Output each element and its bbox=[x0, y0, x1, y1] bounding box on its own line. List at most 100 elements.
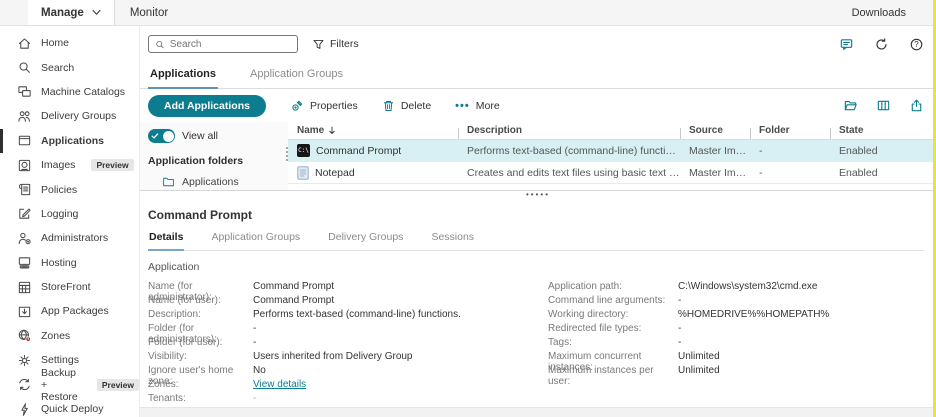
sidebar-item-app-packages[interactable]: App Packages bbox=[0, 299, 139, 323]
column-header-name[interactable]: Name bbox=[288, 125, 458, 136]
column-header-folder[interactable]: Folder bbox=[750, 125, 830, 136]
sidebar-item-delivery-groups[interactable]: Delivery Groups bbox=[0, 104, 139, 128]
administrators-icon bbox=[17, 231, 32, 246]
sidebar-item-label: Images bbox=[41, 159, 75, 171]
folder-view-icon[interactable] bbox=[843, 98, 858, 113]
add-applications-button[interactable]: Add Applications bbox=[148, 95, 266, 117]
details-right-column: Application path:C:\Windows\system32\cmd… bbox=[548, 281, 829, 407]
sidebar-item-label: Backup + Restore bbox=[41, 367, 81, 403]
sidebar-item-administrators[interactable]: Administrators bbox=[0, 226, 139, 250]
table-header: Name Description Source Folder State bbox=[288, 122, 936, 140]
sidebar-item-storefront[interactable]: StoreFront bbox=[0, 275, 139, 299]
more-label: More bbox=[476, 100, 500, 112]
sidebar-item-hosting[interactable]: Hosting bbox=[0, 251, 139, 275]
sidebar-item-zones[interactable]: Zones bbox=[0, 324, 139, 348]
search-box[interactable] bbox=[148, 35, 298, 53]
table-row-command-prompt[interactable]: C:\ Command Prompt Performs text-based (… bbox=[288, 140, 936, 162]
settings-gear-icon bbox=[17, 353, 32, 368]
details-tab-sessions[interactable]: Sessions bbox=[430, 231, 475, 250]
export-icon[interactable] bbox=[909, 98, 924, 113]
details-properties: Name (for administrator):Command Prompt … bbox=[148, 281, 924, 407]
more-button[interactable]: ••• More bbox=[455, 100, 500, 112]
images-icon bbox=[17, 158, 32, 173]
details-left-column: Name (for administrator):Command Prompt … bbox=[148, 281, 548, 407]
search-icon bbox=[17, 60, 32, 75]
tab-application-groups[interactable]: Application Groups bbox=[248, 66, 345, 88]
svg-text:?: ? bbox=[914, 40, 919, 49]
tab-monitor[interactable]: Monitor bbox=[115, 7, 183, 19]
details-section-title: Application bbox=[148, 261, 924, 273]
sidebar-item-label: Zones bbox=[41, 330, 70, 342]
filters-button[interactable]: Filters bbox=[312, 38, 359, 51]
backup-restore-icon bbox=[17, 377, 32, 392]
view-all-toggle[interactable]: View all bbox=[148, 127, 288, 145]
panel-resize-handle[interactable] bbox=[284, 145, 290, 163]
sidebar-item-label: Hosting bbox=[41, 257, 77, 269]
folders-panel-title: Application folders bbox=[148, 155, 288, 167]
tree-item-applications[interactable]: Applications bbox=[148, 176, 288, 188]
column-header-source[interactable]: Source bbox=[680, 125, 750, 136]
app-folder: - bbox=[750, 167, 830, 179]
main-content: Filters ? Applications Application Gro bbox=[140, 26, 936, 417]
app-state: Enabled bbox=[830, 145, 936, 157]
details-title: Command Prompt bbox=[148, 208, 924, 222]
sidebar-item-policies[interactable]: Policies bbox=[0, 177, 139, 201]
help-icon[interactable]: ? bbox=[909, 37, 924, 52]
bottom-filler bbox=[140, 407, 936, 417]
properties-button[interactable]: Properties bbox=[290, 99, 358, 113]
downloads-link[interactable]: Downloads bbox=[852, 7, 906, 19]
view-details-link[interactable]: View details bbox=[253, 379, 548, 393]
preview-badge: Preview bbox=[91, 159, 133, 171]
filter-funnel-icon bbox=[312, 38, 325, 51]
column-header-state[interactable]: State bbox=[830, 125, 936, 136]
toolbar: Add Applications Properties Delete ••• M… bbox=[140, 89, 936, 122]
applications-icon bbox=[17, 133, 32, 148]
column-header-description[interactable]: Description bbox=[458, 125, 680, 136]
sidebar-item-label: Settings bbox=[41, 354, 79, 366]
applications-table: Name Description Source Folder State C:\… bbox=[288, 122, 936, 190]
refresh-icon[interactable] bbox=[874, 37, 889, 52]
sidebar-item-home[interactable]: Home bbox=[0, 31, 139, 55]
app-name: Command Prompt bbox=[316, 145, 401, 157]
details-tab-delivery-groups[interactable]: Delivery Groups bbox=[327, 231, 404, 250]
home-icon bbox=[17, 36, 32, 51]
details-tab-application-groups[interactable]: Application Groups bbox=[210, 231, 301, 250]
properties-label: Properties bbox=[310, 100, 358, 112]
sidebar-item-label: StoreFront bbox=[41, 281, 91, 293]
sidebar: Home Search Machine Catalogs Delivery Gr… bbox=[0, 26, 140, 417]
sidebar-item-label: Home bbox=[41, 37, 69, 49]
sidebar-item-applications[interactable]: Applications bbox=[0, 129, 139, 153]
sidebar-item-images[interactable]: Images Preview bbox=[0, 153, 139, 177]
sidebar-item-backup-restore[interactable]: Backup + Restore Preview bbox=[0, 372, 139, 396]
top-bar: Manage Monitor Downloads bbox=[0, 0, 936, 26]
tab-manage[interactable]: Manage bbox=[28, 0, 114, 25]
tree-item-label: Applications bbox=[182, 176, 239, 188]
notepad-icon bbox=[297, 166, 309, 180]
details-tab-details[interactable]: Details bbox=[148, 231, 184, 251]
feedback-icon[interactable] bbox=[839, 37, 854, 52]
sidebar-item-label: Delivery Groups bbox=[41, 110, 116, 122]
command-prompt-icon: C:\ bbox=[297, 144, 310, 157]
app-packages-icon bbox=[17, 304, 32, 319]
horizontal-splitter[interactable]: ••••• bbox=[140, 190, 936, 199]
preview-badge: Preview bbox=[97, 379, 139, 391]
toggle-on-icon[interactable] bbox=[148, 129, 175, 143]
tab-applications[interactable]: Applications bbox=[148, 66, 218, 89]
machine-catalogs-icon bbox=[17, 84, 32, 99]
search-input[interactable] bbox=[170, 39, 291, 50]
sidebar-item-machine-catalogs[interactable]: Machine Catalogs bbox=[0, 80, 139, 104]
delete-button[interactable]: Delete bbox=[382, 99, 431, 113]
table-row-notepad[interactable]: Notepad Creates and edits text files usi… bbox=[288, 162, 936, 184]
sidebar-item-search[interactable]: Search bbox=[0, 55, 139, 79]
chevron-down-icon bbox=[92, 9, 101, 16]
columns-icon[interactable] bbox=[876, 98, 891, 113]
delete-label: Delete bbox=[401, 100, 431, 112]
sidebar-item-logging[interactable]: Logging bbox=[0, 202, 139, 226]
sidebar-item-label: Policies bbox=[41, 184, 77, 196]
search-row: Filters ? bbox=[140, 26, 936, 54]
splitter-handle-icon: ••••• bbox=[526, 193, 550, 197]
sidebar-item-label: Applications bbox=[41, 135, 104, 147]
app-folder: - bbox=[750, 145, 830, 157]
properties-icon bbox=[290, 99, 304, 113]
hosting-icon bbox=[17, 255, 32, 270]
